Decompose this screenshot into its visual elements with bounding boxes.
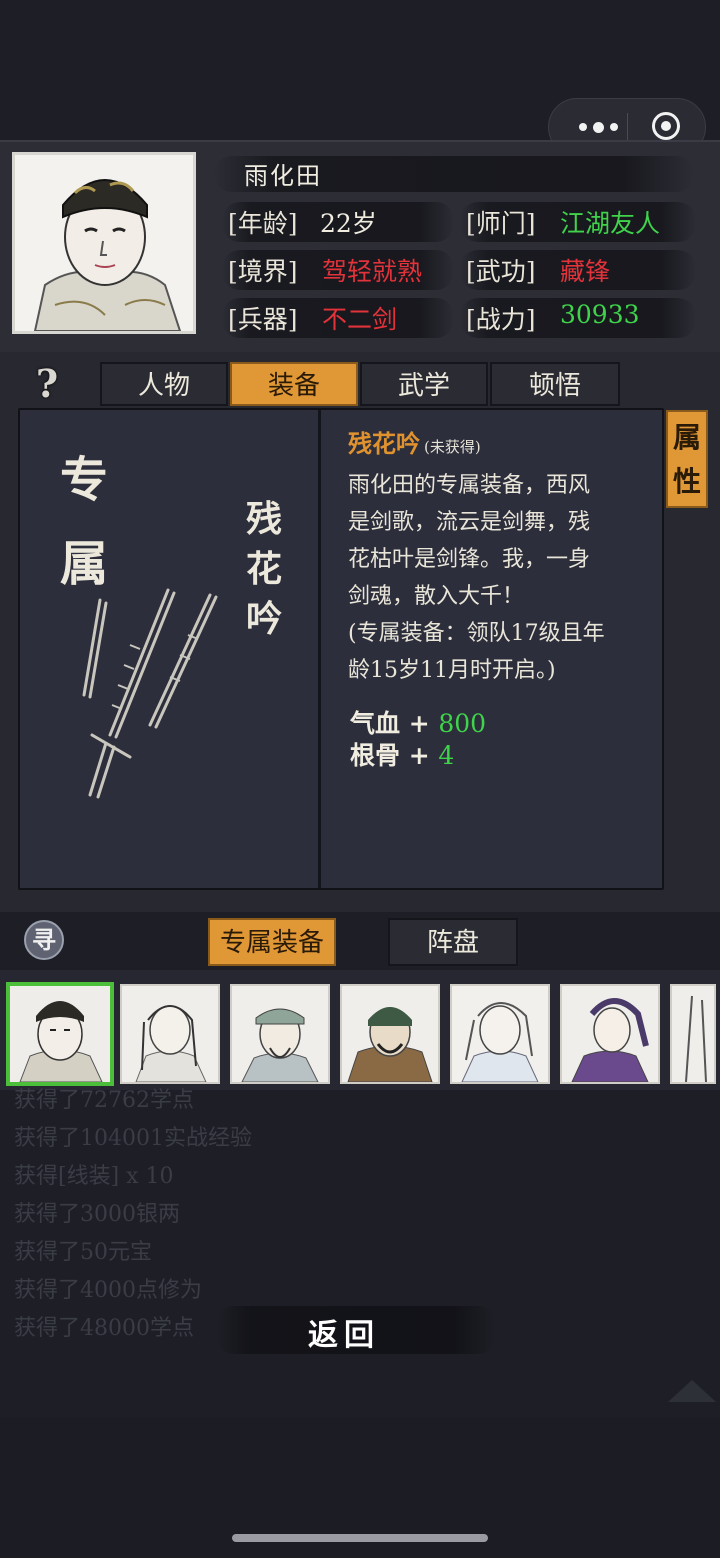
desc-line: 龄15岁11月时开启。) [348,658,556,683]
desc-line: 剑魂，散入大千！ [348,584,525,609]
desc-line: 花枯叶是剑锋。我，一身 [348,547,591,572]
tab-exclusive-equipment[interactable]: 专属装备 [208,918,336,966]
sword-sketch-icon[interactable] [70,585,230,805]
hero-avatar-3[interactable] [230,984,330,1084]
bonus-bone-label: 根骨 + [350,741,439,770]
stat-sect-label: [师门] [466,209,536,238]
stat-realm-label: [境界] [228,257,298,286]
hero-name: 雨化田 [244,162,322,190]
bonus-hp-value: 800 [438,709,487,738]
tab-equipment[interactable]: 装备 [230,362,358,406]
equipment-name-char-2: 花 [246,548,283,590]
equipment-name-char-3: 吟 [246,598,283,640]
log-entry: 获得了48000学点 [14,1316,194,1341]
log-entry: 获得[线装] x 10 [14,1164,174,1189]
log-entry: 获得了3000银两 [14,1202,180,1227]
stat-age-value: 22岁 [320,209,377,238]
stat-martial-value: 藏锋 [560,257,611,286]
help-icon[interactable]: ? [30,364,64,404]
log-entry: 获得了72762学点 [14,1088,194,1113]
capsule-divider [627,113,628,143]
hero-portrait [12,152,196,334]
hero-avatar-5[interactable] [450,984,550,1084]
bonus-bone: 根骨 + 4 [350,736,454,772]
equipment-title-text: 残花吟 [348,429,420,458]
equipment-status: (未获得) [424,438,481,456]
hero-avatar-1[interactable] [6,982,114,1086]
collapse-arrow-icon[interactable] [668,1380,716,1402]
tab-martial-arts[interactable]: 武学 [360,362,488,406]
bonus-hp: 气血 + 800 [350,704,486,740]
desc-line: (专属装备：领队17级且年 [348,621,605,646]
hero-avatar-7[interactable] [670,984,716,1084]
attributes-side-tab[interactable]: 属性 [666,410,708,508]
home-indicator[interactable] [232,1534,488,1542]
tab-enlightenment[interactable]: 顿悟 [490,362,620,406]
more-menu-icon[interactable] [569,115,627,139]
log-entry: 获得了104001实战经验 [14,1126,252,1151]
desc-line: 是剑歌，流云是剑舞，残 [348,510,591,535]
hero-avatar-4[interactable] [340,984,440,1084]
stat-power-value: 30933 [560,300,640,329]
tab-formation[interactable]: 阵盘 [388,918,518,966]
bonus-hp-label: 气血 + [350,709,439,738]
stat-realm-value: 驾轻就熟 [322,257,423,286]
stat-weapon-label: [兵器] [228,305,298,334]
hero-portrait-illustration [15,155,193,332]
bonus-bone-value: 4 [438,741,455,770]
side-tab-char-1: 属 [672,421,701,454]
stat-age-label: [年龄] [228,209,298,238]
close-target-icon[interactable] [652,112,680,140]
equipment-name-char-1: 残 [246,498,283,540]
tab-character[interactable]: 人物 [100,362,228,406]
equipment-title: 残花吟 (未获得) [348,424,481,459]
log-entry: 获得了50元宝 [14,1240,152,1265]
desc-line: 雨化田的专属装备，西风 [348,473,591,498]
stat-power-label: [战力] [466,305,536,334]
stat-sect-value: 江湖友人 [560,209,661,238]
back-button-label[interactable]: 返回 [308,1310,380,1354]
stat-martial-label: [武功] [466,257,536,286]
side-tab-char-2: 性 [672,465,701,498]
stat-weapon-value: 不二剑 [322,305,398,334]
content-divider [318,410,321,888]
category-char-2: 属 [60,536,109,592]
seek-icon[interactable]: 寻 [24,920,64,960]
log-entry: 获得了4000点修为 [14,1278,202,1303]
hero-avatar-2[interactable] [120,984,220,1084]
category-char-1: 专 [60,452,109,508]
hero-avatar-6[interactable] [560,984,660,1084]
